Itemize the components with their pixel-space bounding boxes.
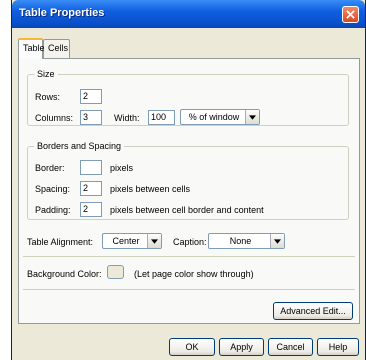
window-title: Table Properties <box>19 7 105 19</box>
spacing-label: Spacing: <box>35 184 71 194</box>
chevron-down-icon <box>245 110 259 124</box>
advanced-edit-button[interactable]: Advanced Edit... <box>273 302 353 320</box>
border-input[interactable] <box>80 160 102 175</box>
width-label: Width: <box>114 113 140 123</box>
background-color-swatch[interactable] <box>107 265 124 279</box>
rows-input[interactable]: 2 <box>80 89 102 104</box>
borders-legend: Borders and Spacing <box>34 141 125 151</box>
rows-label: Rows: <box>35 92 61 102</box>
apply-button[interactable]: Apply <box>219 338 264 356</box>
spacing-input[interactable]: 2 <box>80 181 102 196</box>
size-legend: Size <box>34 69 58 79</box>
caption-select[interactable]: None <box>208 233 285 249</box>
background-color-note: (Let page color show through) <box>134 269 254 279</box>
caption-value: None <box>229 236 252 246</box>
spacing-unit: pixels between cells <box>110 184 191 194</box>
columns-label: Columns: <box>35 113 74 123</box>
width-input[interactable]: 100 <box>148 110 175 125</box>
table-alignment-select[interactable]: Center <box>102 233 162 249</box>
width-unit-select[interactable]: % of window <box>180 109 260 125</box>
title-bar[interactable]: Table Properties <box>12 0 365 28</box>
border-label: Border: <box>35 163 65 173</box>
width-unit-value: % of window <box>188 112 240 122</box>
tab-table[interactable]: Table <box>18 38 45 59</box>
close-icon <box>346 10 355 19</box>
table-alignment-value: Center <box>112 236 140 246</box>
chevron-down-icon <box>270 234 284 248</box>
cancel-button[interactable]: Cancel <box>268 338 313 356</box>
divider <box>23 289 355 290</box>
table-tab-panel: Size Rows: 2 Columns: 3 Width: 100 % of … <box>18 58 360 324</box>
table-alignment-label: Table Alignment: <box>27 237 94 247</box>
background-color-label: Background Color: <box>27 269 102 279</box>
padding-unit: pixels between cell border and content <box>110 205 264 215</box>
help-button[interactable]: Help <box>317 338 359 356</box>
columns-input[interactable]: 3 <box>80 110 102 125</box>
caption-label: Caption: <box>173 237 207 247</box>
padding-label: Padding: <box>35 205 71 215</box>
chevron-down-icon <box>147 234 161 248</box>
tab-cells[interactable]: Cells <box>43 39 70 58</box>
border-unit: pixels <box>110 163 134 173</box>
table-properties-dialog: Table Properties Table Cells Size Rows: … <box>11 0 366 360</box>
close-button[interactable] <box>342 6 359 23</box>
padding-input[interactable]: 2 <box>80 202 102 217</box>
divider <box>23 256 355 257</box>
ok-button[interactable]: OK <box>169 338 215 356</box>
